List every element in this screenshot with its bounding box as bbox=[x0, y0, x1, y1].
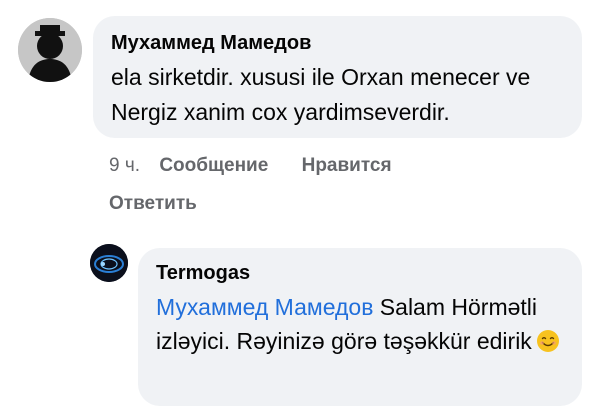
reply-text-container: Мухаммед Мамедов Salam Hörmətli izləyici… bbox=[156, 290, 564, 358]
message-button[interactable]: Сообщение bbox=[159, 155, 268, 176]
default-user-icon bbox=[18, 18, 82, 82]
brand-logo-icon bbox=[90, 244, 128, 282]
smiling-face-icon bbox=[536, 330, 559, 352]
reply-bubble: Termogas Мухаммед Мамедов Salam Hörmətli… bbox=[138, 248, 582, 406]
reply-author[interactable]: Termogas bbox=[156, 260, 564, 286]
comment-author[interactable]: Мухаммед Мамедов bbox=[111, 30, 564, 56]
comment-bubble: Мухаммед Мамедов ela sirketdir. xususi i… bbox=[93, 16, 582, 138]
like-button[interactable]: Нравится bbox=[302, 155, 392, 176]
mention-link[interactable]: Мухаммед Мамедов bbox=[156, 294, 373, 320]
avatar[interactable] bbox=[18, 18, 82, 82]
reply-avatar[interactable] bbox=[90, 244, 128, 282]
reply-button[interactable]: Ответить bbox=[109, 190, 197, 218]
comment-text: ela sirketdir. xususi ile Orxan menecer … bbox=[111, 64, 531, 125]
comment-timestamp[interactable]: 9 ч. bbox=[109, 155, 140, 176]
comment-thread: Мухаммед Мамедов ela sirketdir. xususi i… bbox=[0, 0, 600, 420]
comment-actions: 9 ч. Сообщение Нравится bbox=[109, 152, 420, 180]
